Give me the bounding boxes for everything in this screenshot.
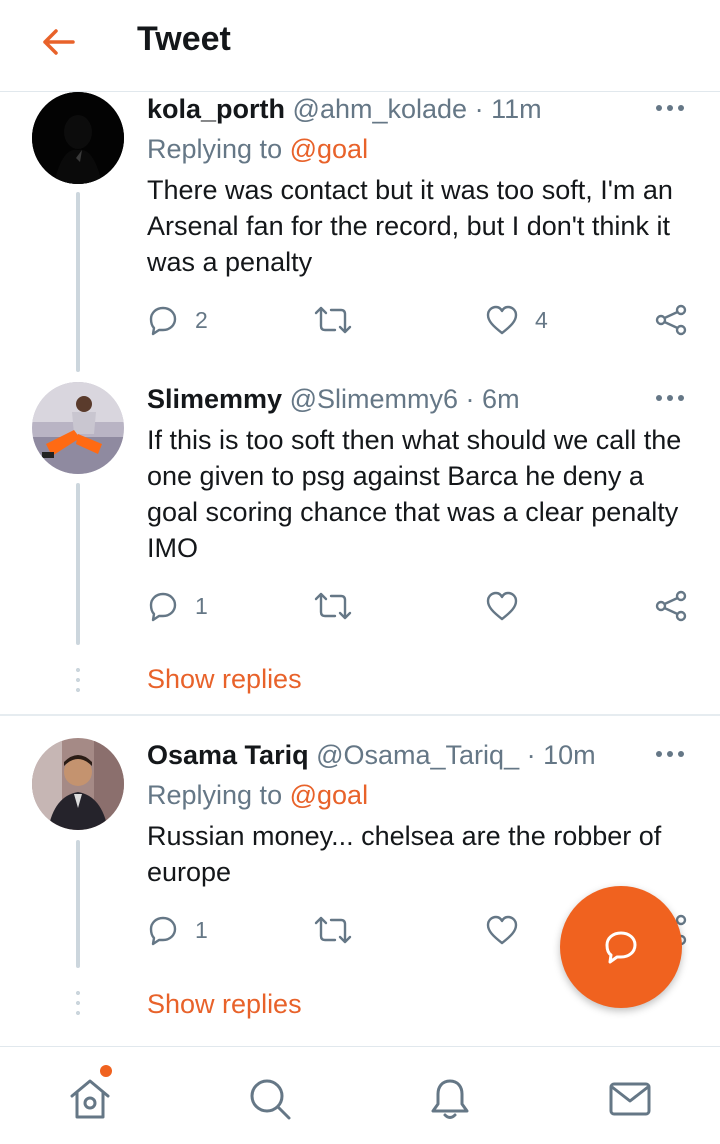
- timestamp: 10m: [543, 740, 596, 770]
- replying-to: Replying to @goal: [147, 779, 368, 811]
- nav-home[interactable]: [62, 1073, 118, 1125]
- tweet-item[interactable]: kola_porth @ahm_kolade · 11m Replying to…: [0, 0, 720, 372]
- mention-link[interactable]: @goal: [290, 780, 368, 810]
- tweet-actions: 2 4: [0, 300, 720, 340]
- more-options-button[interactable]: [652, 98, 688, 118]
- like-icon: [486, 591, 518, 621]
- bell-icon: [431, 1079, 469, 1119]
- replying-to-label: Replying to: [147, 780, 283, 810]
- reply-icon: [149, 306, 177, 336]
- avatar-image: [32, 92, 124, 184]
- more-options-button[interactable]: [652, 388, 688, 408]
- separator: ·: [465, 384, 475, 414]
- notification-dot: [100, 1065, 112, 1077]
- retweet-icon: [314, 306, 352, 334]
- retweet-button[interactable]: [314, 586, 368, 626]
- like-count: 4: [535, 306, 548, 333]
- reply-count: 1: [195, 592, 208, 619]
- reply-button[interactable]: 1: [147, 586, 208, 626]
- display-name[interactable]: Slimemmy: [147, 384, 282, 414]
- display-name[interactable]: Osama Tariq: [147, 740, 309, 770]
- share-icon: [655, 590, 687, 622]
- retweet-icon: [314, 592, 352, 620]
- thread-dots: [76, 665, 80, 697]
- tweet-meta: kola_porth @ahm_kolade · 11m: [147, 93, 542, 125]
- search-icon: [250, 1079, 291, 1120]
- retweet-icon: [314, 916, 352, 944]
- separator: ·: [474, 94, 484, 124]
- timestamp: 11m: [491, 94, 542, 124]
- avatar[interactable]: [32, 92, 124, 184]
- avatar[interactable]: [32, 738, 124, 830]
- avatar-image: [32, 382, 124, 474]
- tweet-text: Russian money... chelsea are the robber …: [147, 821, 662, 887]
- reply-count: 1: [195, 916, 208, 943]
- reply-button[interactable]: 2: [147, 300, 208, 340]
- tweet-item[interactable]: Slimemmy @Slimemmy6 · 6m If this is too …: [0, 370, 720, 715]
- more-icon: [656, 751, 684, 757]
- thread-line: [76, 192, 80, 372]
- user-handle[interactable]: @Slimemmy6: [290, 384, 458, 414]
- like-button[interactable]: [485, 586, 535, 626]
- reply-count: 2: [195, 306, 208, 333]
- share-icon: [655, 304, 687, 336]
- share-button[interactable]: [654, 300, 688, 340]
- avatar[interactable]: [32, 382, 124, 474]
- compose-reply-icon: [605, 931, 637, 964]
- like-button[interactable]: [485, 910, 535, 950]
- tweet-meta: Osama Tariq @Osama_Tariq_ · 10m: [147, 739, 596, 771]
- show-replies-link[interactable]: Show replies: [147, 988, 302, 1020]
- timestamp: 6m: [482, 384, 520, 414]
- replying-to: Replying to @goal: [147, 133, 368, 165]
- compose-reply-button[interactable]: [560, 886, 682, 1008]
- like-icon: [486, 915, 518, 945]
- tweet-text: There was contact but it was too soft, I…: [147, 175, 673, 277]
- mention-link[interactable]: @goal: [290, 134, 368, 164]
- tweet-meta: Slimemmy @Slimemmy6 · 6m: [147, 383, 520, 415]
- bottom-navigation: [0, 1046, 720, 1144]
- user-handle[interactable]: @Osama_Tariq_: [316, 740, 519, 770]
- reply-icon: [149, 592, 177, 622]
- retweet-button[interactable]: [314, 300, 368, 340]
- share-button[interactable]: [654, 586, 688, 626]
- tweet-text: If this is too soft then what should we …: [147, 425, 682, 563]
- user-handle[interactable]: @ahm_kolade: [293, 94, 468, 124]
- separator: ·: [526, 740, 536, 770]
- mail-icon: [609, 1082, 651, 1116]
- retweet-button[interactable]: [314, 910, 368, 950]
- home-icon: [70, 1079, 110, 1119]
- nav-messages[interactable]: [602, 1073, 658, 1125]
- more-icon: [656, 395, 684, 401]
- replying-to-label: Replying to: [147, 134, 283, 164]
- more-options-button[interactable]: [652, 744, 688, 764]
- thread-dots: [76, 988, 80, 1020]
- display-name[interactable]: kola_porth: [147, 94, 285, 124]
- tweet-actions: 1: [0, 586, 720, 626]
- nav-notifications[interactable]: [422, 1073, 478, 1125]
- reply-button[interactable]: 1: [147, 910, 208, 950]
- more-icon: [656, 105, 684, 111]
- nav-search[interactable]: [242, 1073, 298, 1125]
- like-button[interactable]: 4: [485, 300, 548, 340]
- like-icon: [486, 305, 518, 335]
- show-replies-link[interactable]: Show replies: [147, 663, 302, 695]
- avatar-image: [32, 738, 124, 830]
- reply-icon: [149, 916, 177, 946]
